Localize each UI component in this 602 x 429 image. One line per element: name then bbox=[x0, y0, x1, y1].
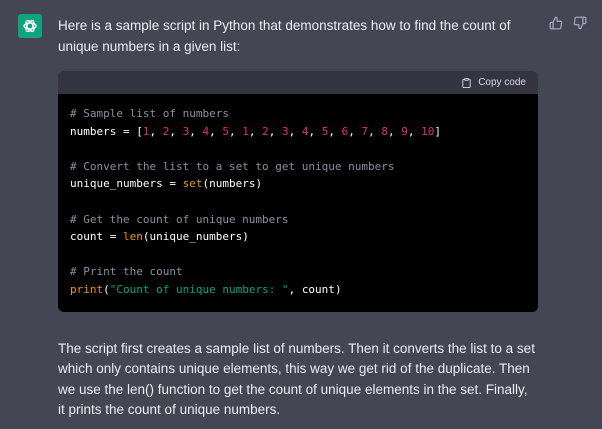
assistant-message: Here is a sample script in Python that d… bbox=[58, 16, 538, 421]
feedback-buttons bbox=[548, 15, 588, 31]
code-variable: numbers bbox=[70, 124, 117, 138]
list-number: 10 bbox=[421, 124, 435, 138]
code-argument: unique_numbers bbox=[149, 230, 243, 244]
code-function: len bbox=[123, 230, 143, 244]
code-variable: count bbox=[70, 230, 104, 244]
thumbs-up-icon[interactable] bbox=[548, 15, 564, 31]
intro-text: Here is a sample script in Python that d… bbox=[58, 18, 511, 54]
thumbs-down-icon[interactable] bbox=[572, 15, 588, 31]
code-comment: # Sample list of numbers bbox=[70, 107, 229, 120]
list-number: 8 bbox=[381, 124, 388, 138]
list-number: 2 bbox=[262, 124, 269, 138]
code-comment: # Get the count of unique numbers bbox=[70, 212, 289, 226]
code-variable: unique_numbers bbox=[70, 177, 163, 191]
code-function: print bbox=[70, 282, 104, 296]
code-content: # Sample list of numbers numbers = [1, 2… bbox=[58, 94, 538, 312]
code-argument: numbers bbox=[209, 177, 256, 191]
list-number: 3 bbox=[281, 124, 289, 138]
code-block: Copy code # Sample list of numbers numbe… bbox=[58, 71, 538, 312]
clipboard-icon bbox=[462, 77, 471, 88]
number-list: 1, 2, 3, 4, 5, 1, 2, 3, 4, 5, 6, 7, 8, 9… bbox=[142, 124, 435, 138]
code-comment: # Convert the list to a set to get uniqu… bbox=[70, 159, 395, 173]
code-function: set bbox=[182, 177, 203, 191]
code-string: "Count of unique numbers: " bbox=[109, 282, 289, 296]
list-number: 1 bbox=[242, 124, 249, 138]
assistant-avatar bbox=[18, 14, 42, 38]
code-argument: count bbox=[301, 282, 335, 296]
openai-logo-icon bbox=[23, 19, 37, 33]
list-number: 5 bbox=[222, 124, 229, 138]
outro-text: The script first creates a sample list o… bbox=[58, 340, 535, 418]
list-number: 9 bbox=[401, 124, 408, 138]
copy-code-button[interactable]: Copy code bbox=[478, 77, 526, 88]
code-comment: # Print the count bbox=[70, 265, 183, 279]
code-block-header: Copy code bbox=[58, 71, 538, 94]
